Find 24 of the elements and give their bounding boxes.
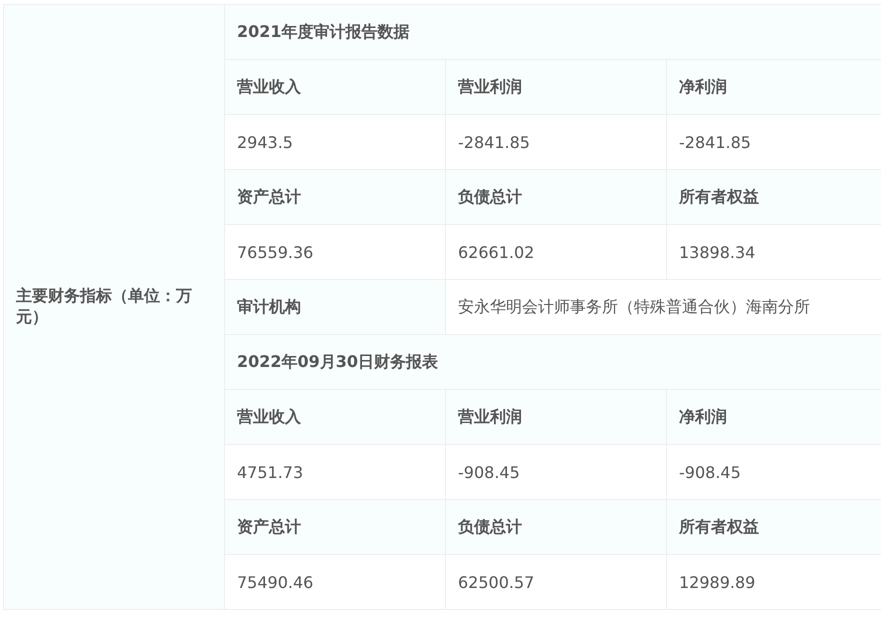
table-cell: 76559.36 — [225, 225, 446, 280]
column-header: 所有者权益 — [667, 170, 881, 225]
column-header: 净利润 — [667, 390, 881, 445]
column-header: 营业利润 — [446, 60, 667, 115]
table-cell: 62500.57 — [446, 555, 667, 610]
table-cell: 75490.46 — [225, 555, 446, 610]
table-cell: 4751.73 — [225, 445, 446, 500]
column-header: 负债总计 — [446, 500, 667, 555]
column-header: 营业利润 — [446, 390, 667, 445]
column-header: 营业收入 — [225, 60, 446, 115]
section-title: 2022年09月30日财务报表 — [225, 335, 881, 390]
row-label: 主要财务指标（单位：万元） — [4, 5, 225, 610]
table-cell: -908.45 — [446, 445, 667, 500]
column-header: 负债总计 — [446, 170, 667, 225]
column-header: 营业收入 — [225, 390, 446, 445]
section-title: 2021年度审计报告数据 — [225, 5, 881, 60]
table-cell: -2841.85 — [446, 115, 667, 170]
field-label: 审计机构 — [225, 280, 446, 335]
column-header: 资产总计 — [225, 500, 446, 555]
table-cell: 62661.02 — [446, 225, 667, 280]
column-header: 资产总计 — [225, 170, 446, 225]
column-header: 所有者权益 — [667, 500, 881, 555]
column-header: 净利润 — [667, 60, 881, 115]
table-cell: 2943.5 — [225, 115, 446, 170]
